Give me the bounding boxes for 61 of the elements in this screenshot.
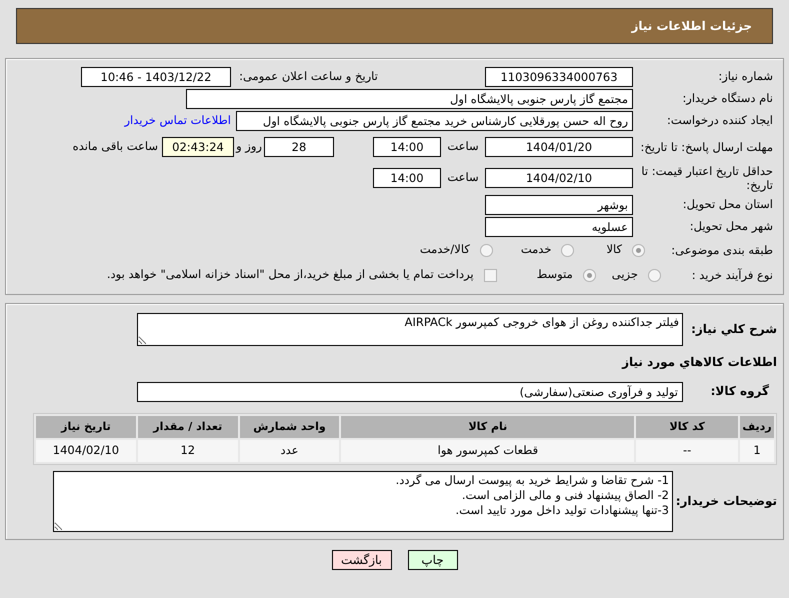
text-field[interactable]: عسلویه [485, 216, 633, 236]
radio-button[interactable] [648, 268, 661, 282]
print-button[interactable]: چاپ [408, 550, 458, 570]
column-header: تاریخ نیاز [36, 416, 136, 438]
column-header: تعداد / مقدار [138, 416, 238, 438]
section-heading: اطلاعات كالاهاي مورد نياز [620, 354, 778, 371]
contact-link[interactable]: اطلاعات تماس خریدار [124, 112, 231, 130]
radio-label: کالا [606, 241, 622, 258]
table-cell: 12 [138, 440, 238, 462]
text-field[interactable]: بوشهر [485, 194, 633, 214]
radio-button[interactable] [480, 244, 493, 256]
field-label: شرح کلي نياز: [690, 322, 778, 337]
radio-label: جزیی [612, 266, 638, 284]
column-header: نام کالا [341, 416, 634, 438]
text-field[interactable]: 02:43:24 [162, 137, 234, 157]
description-field[interactable]: فیلتر جداکننده روغن از هوای خروجی کمپرسور AIRPACk [137, 313, 683, 346]
radio-label: متوسط [536, 266, 573, 284]
field-label: گروه کالا: [710, 384, 770, 399]
text-field[interactable]: مجتمع گاز پارس جنوبی پالایشگاه اول [186, 88, 633, 108]
table-cell: 1404/02/10 [36, 440, 136, 462]
table-cell: عدد [240, 440, 340, 462]
page-title: جزئیات اطلاعات نیاز [16, 8, 773, 44]
text-field[interactable]: 1404/01/20 [485, 137, 633, 157]
column-header: واحد شمارش [240, 416, 340, 438]
table-cell: -- [636, 440, 738, 462]
radio-button[interactable] [582, 268, 596, 282]
field-label: استان محل تحویل: [682, 197, 774, 212]
text-field[interactable]: 28 [264, 137, 334, 157]
checkbox-label: پرداخت تمام یا بخشی از مبلغ خرید،از محل "اسناد خزانه اسلامی" خواهد بود. [106, 266, 474, 284]
column-header: کد کالا [636, 416, 738, 438]
field-label: مهلت ارسال پاسخ: تا تاریخ: [639, 140, 774, 154]
field-label: ساعت باقی مانده [72, 138, 158, 156]
text-field[interactable]: 1103096334000763 [485, 66, 633, 86]
field-label: نوع فرآیند خرید : [690, 268, 774, 282]
field-label: ایجاد کننده درخواست: [666, 113, 774, 128]
back-button[interactable]: بازگشت [332, 550, 392, 570]
radio-label: کالا/خدمت [420, 241, 470, 258]
radio-button[interactable] [632, 244, 645, 256]
text-field[interactable]: روح اله حسن پورقلایی کارشناس خرید مجتمع گاز پارس جنوبی پالایشگاه اول [236, 110, 633, 130]
field-label: شماره نیاز: [717, 69, 774, 84]
field-label: شهر محل تحویل: [688, 219, 774, 234]
field-label: نام دستگاه خریدار: [681, 91, 774, 106]
column-header: ردیف [740, 416, 774, 438]
radio-label: خدمت [520, 241, 552, 258]
checkbox[interactable] [484, 268, 497, 282]
notes-field[interactable]: 1- شرح تقاضا و شرایط خرید به پیوست ارسال می گردد. 2- الصاق پیشنهاد فنی و مالی الزامی است. 3-تنها پیشنهادات تولید داخل مورد تایید است. [53, 471, 673, 532]
table-cell: قطعات کمپرسور هوا [341, 440, 634, 462]
table-cell: 1 [740, 440, 774, 462]
field-label: حداقل تاریخ اعتبار قیمت: تا تاریخ: [640, 164, 774, 192]
text-field[interactable]: 1403/12/22 - 10:46 [81, 66, 231, 86]
text-field[interactable]: 1404/02/10 [485, 168, 633, 188]
field-label: روز و [234, 138, 263, 156]
text-field[interactable]: 14:00 [373, 168, 441, 188]
radio-button[interactable] [561, 244, 574, 256]
field-label: طبقه بندی موضوعی: [670, 242, 774, 258]
text-field[interactable]: تولید و فرآوری صنعتی(سفارشی) [137, 382, 683, 402]
field-label: تاریخ و ساعت اعلان عمومی: [238, 68, 379, 85]
text-field[interactable]: 14:00 [373, 137, 441, 157]
field-label: توضیحات خریدار: [674, 494, 778, 509]
field-label: ساعت [446, 138, 480, 156]
field-label: ساعت [446, 169, 480, 186]
